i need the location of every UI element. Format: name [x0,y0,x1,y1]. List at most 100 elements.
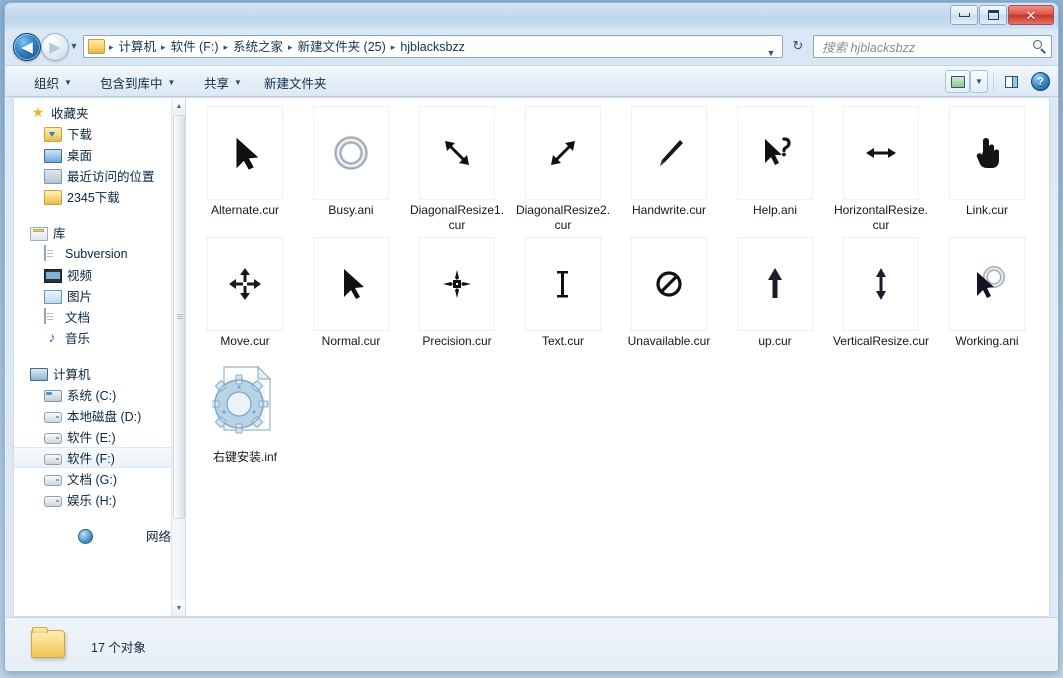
scrollbar-thumb[interactable] [173,115,185,519]
file-item[interactable]: Move.cur [192,233,298,349]
new-folder-button[interactable]: 新建文件夹 [255,71,336,94]
address-dropdown-button[interactable]: ▼ [764,42,778,58]
sidebar-item-drive-e[interactable]: 软件 (E:) [14,426,171,447]
breadcrumb-item-xitongzhijia[interactable]: 系统之家 [229,37,287,57]
forward-button[interactable]: ▶ [41,33,69,61]
sidebar-item-drive-f[interactable]: 软件 (F:) [14,447,171,468]
file-item[interactable]: Busy.ani [298,102,404,233]
share-label: 共享 [204,77,230,91]
file-list-pane[interactable]: Alternate.cur Busy.ani DiagonalResize1.c… [185,97,1050,617]
breadcrumb-item-hjblacksbzz[interactable]: hjblacksbzz [396,37,469,57]
close-icon: ✕ [1025,7,1037,23]
sidebar-item-subversion[interactable]: Subversion [14,243,171,264]
sidebar-item-label: 收藏夹 [51,107,89,121]
refresh-button[interactable]: ↻ [789,37,807,55]
search-box[interactable]: 搜索 hjblacksbzz [813,35,1052,58]
navigation-scrollbar[interactable]: ▲ ▼ [171,98,185,616]
help-button[interactable]: ? [1031,72,1050,91]
refresh-icon: ↻ [792,38,804,53]
status-folder-icon [25,626,69,662]
file-item[interactable]: Alternate.cur [192,102,298,233]
sidebar-item-2345download[interactable]: 2345下载 [14,186,171,207]
explorer-window: ✕ ◀ ▶ ▼ ▸ 计算机 ▸ 软件 (F:) ▸ 系统之家 ▸ 新建文件夹 (… [4,2,1059,672]
file-item[interactable]: DiagonalResize1.cur [404,102,510,233]
file-item[interactable]: HorizontalResize.cur [828,102,934,233]
file-name: Busy.ani [328,203,374,217]
computer-icon [30,368,48,381]
file-thumbnail [631,106,707,200]
cursor-up-icon [751,260,799,308]
organize-label: 组织 [34,77,60,91]
file-item[interactable]: Normal.cur [298,233,404,349]
library-icon [30,226,48,241]
cursor-move-icon [221,260,269,308]
sidebar-item-videos[interactable]: 视频 [14,264,171,285]
sidebar-item-network[interactable]: 网络 [14,525,171,546]
back-button[interactable]: ◀ [13,33,41,61]
sidebar-item-drive-c[interactable]: 系统 (C:) [14,384,171,405]
sidebar-item-music[interactable]: ♪ 音乐 [14,327,171,348]
organize-button[interactable]: 组织 ▼ [25,71,81,94]
sidebar-item-favorites[interactable]: ★ 收藏夹 [14,102,171,123]
sidebar-item-documents[interactable]: 文档 [14,306,171,327]
file-item[interactable]: Text.cur [510,233,616,349]
scroll-down-button[interactable]: ▼ [172,600,185,616]
scroll-up-button[interactable]: ▲ [172,98,185,114]
sidebar-item-label: 音乐 [65,332,91,346]
file-item[interactable]: Precision.cur [404,233,510,349]
change-view-dropdown[interactable]: ▼ [970,70,988,93]
file-name: DiagonalResize1.cur [409,203,505,232]
cursor-diagonal-resize-1-icon [433,129,481,177]
recent-locations-dropdown[interactable]: ▼ [69,41,79,51]
chevron-down-icon: ▼ [975,77,983,86]
file-name: Link.cur [965,203,1009,217]
file-item[interactable]: up.cur [722,233,828,349]
drive-icon [44,495,62,507]
preview-pane-button[interactable] [999,70,1024,93]
sidebar-item-libraries[interactable]: 库 [14,222,171,243]
file-name: HorizontalResize.cur [833,203,929,232]
file-thumbnail [737,237,813,331]
close-button[interactable]: ✕ [1008,5,1054,25]
change-view-button[interactable] [945,70,970,93]
file-item[interactable]: VerticalResize.cur [828,233,934,349]
sidebar-item-drive-d[interactable]: 本地磁盘 (D:) [14,405,171,426]
file-item[interactable]: Handwrite.cur [616,102,722,233]
chevron-down-icon: ▼ [64,78,72,87]
chevron-down-icon: ▼ [234,78,242,87]
minimize-button[interactable] [950,5,978,25]
file-name: Normal.cur [321,334,381,348]
file-name: Unavailable.cur [627,334,711,348]
cursor-unavailable-icon [645,260,693,308]
sidebar-item-pictures[interactable]: 图片 [14,285,171,306]
breadcrumb-item-drive-f[interactable]: 软件 (F:) [167,37,223,57]
file-item[interactable]: Link.cur [934,102,1040,233]
file-item[interactable]: Unavailable.cur [616,233,722,349]
cursor-horizontal-resize-icon [857,129,905,177]
sidebar-item-label: 系统 (C:) [67,389,117,403]
file-item[interactable]: Help.ani [722,102,828,233]
cursor-normal-icon [327,260,375,308]
sidebar-item-desktop[interactable]: 桌面 [14,144,171,165]
breadcrumb-item-computer[interactable]: 计算机 [115,37,161,57]
file-thumbnail [313,237,389,331]
include-in-library-button[interactable]: 包含到库中 ▼ [91,71,184,94]
sidebar-item-downloads[interactable]: 下载 [14,123,171,144]
file-item[interactable]: 右键安装.inf [192,349,298,465]
sidebar-item-drive-g[interactable]: 文档 (G:) [14,468,171,489]
file-item[interactable]: Working.ani [934,233,1040,349]
sidebar-item-drive-h[interactable]: 娱乐 (H:) [14,489,171,510]
search-icon [1033,39,1047,54]
sidebar-item-recent-places[interactable]: 最近访问的位置 [14,165,171,186]
breadcrumb-item-newfolder25[interactable]: 新建文件夹 (25) [294,37,390,57]
sidebar-item-computer[interactable]: 计算机 [14,363,171,384]
file-thumbnail [737,106,813,200]
picture-icon [44,289,62,304]
file-name: Move.cur [220,334,270,348]
share-button[interactable]: 共享 ▼ [195,71,251,94]
breadcrumb-address-bar[interactable]: ▸ 计算机 ▸ 软件 (F:) ▸ 系统之家 ▸ 新建文件夹 (25) ▸ hj… [83,35,783,58]
file-item[interactable]: DiagonalResize2.cur [510,102,616,233]
file-name: Alternate.cur [210,203,280,217]
maximize-button[interactable] [979,5,1007,25]
